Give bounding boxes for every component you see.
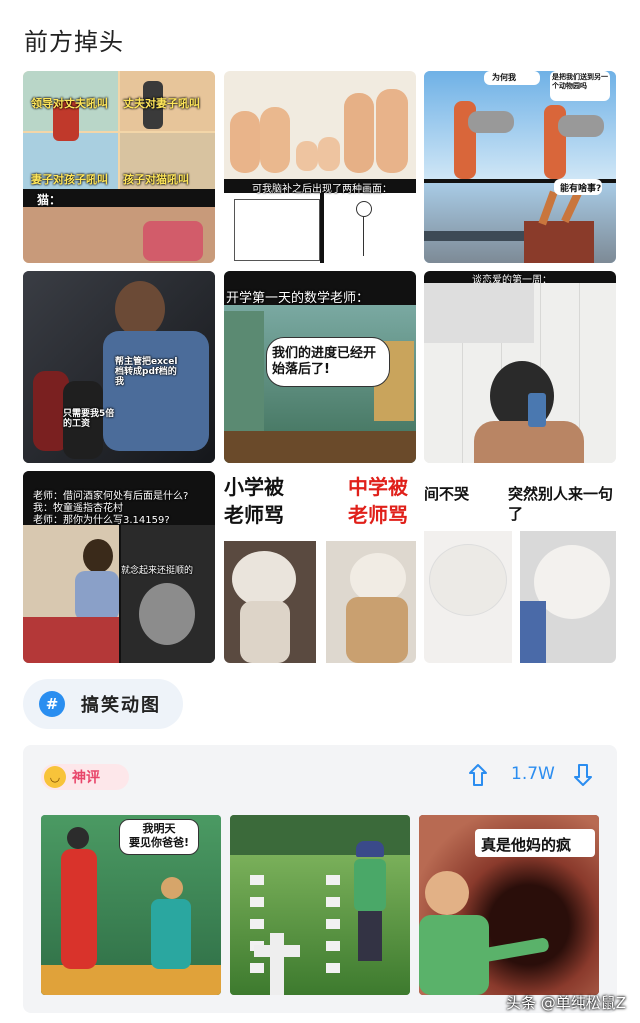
section-title: 前方掉头: [24, 28, 124, 56]
hot-comment-badge: ◡ 神评: [41, 764, 129, 790]
meme-caption: 是把我们送到另一个动物园吗: [552, 73, 608, 90]
meme-caption: 中学被: [348, 475, 408, 499]
arrow-up-icon[interactable]: [468, 763, 488, 792]
meme-caption: 孩子对猫吼叫: [123, 173, 189, 186]
meme-caption: 老师骂: [348, 503, 408, 527]
meme-caption: 小学被: [224, 475, 284, 499]
meme-tile[interactable]: 间不哭 突然别人来一句 了: [424, 471, 616, 663]
meme-tile[interactable]: 开学第一天的数学老师： 我们的进度已经开始落后了!: [224, 271, 416, 463]
meme-caption: 就念起来还挺顺的: [121, 566, 194, 576]
meme-caption: 能有啥事?: [560, 184, 602, 194]
meme-caption: 为何我: [492, 73, 516, 82]
meme-tile[interactable]: 为何我 是把我们送到另一个动物园吗 能有啥事?: [424, 71, 616, 263]
topic-tag[interactable]: # 搞笑动图: [23, 679, 183, 729]
meme-tile[interactable]: 领导对丈夫吼叫 丈夫对妻子吼叫 妻子对孩子吼叫 孩子对猫吼叫 猫：: [23, 71, 215, 263]
comment-image[interactable]: [230, 815, 410, 995]
watermark: 头条 @单纯松鼠Z: [505, 994, 626, 1012]
meme-tile[interactable]: 帮主管把excel档转成pdf档的我 只需要我5倍的工资: [23, 271, 215, 463]
meme-grid: 领导对丈夫吼叫 丈夫对妻子吼叫 妻子对孩子吼叫 孩子对猫吼叫 猫： 可我脑补之后…: [23, 71, 617, 663]
meme-caption: 领导对丈夫吼叫: [31, 97, 108, 110]
meme-caption: 只需要我5倍的工资: [63, 409, 115, 429]
comment-image[interactable]: 我明天 要见你爸爸!: [41, 815, 221, 995]
meme-caption: 猫：: [37, 193, 62, 207]
arrow-down-icon[interactable]: [573, 763, 593, 792]
comment-card: ◡ 神评 1.7W 我明天 要见你爸爸! 真是他妈的疯: [23, 745, 617, 1013]
smile-icon: ◡: [44, 766, 66, 788]
comment-image-caption: 真是他妈的疯: [481, 836, 572, 854]
hash-icon: #: [39, 691, 65, 717]
comment-images: 我明天 要见你爸爸! 真是他妈的疯: [41, 815, 599, 995]
meme-caption: 老师：那你为什么写3.14159?: [33, 515, 170, 526]
meme-caption: 我们的进度已经开始落后了!: [272, 346, 377, 377]
meme-tile[interactable]: 老师：借问酒家何处有后面是什么? 我：牧童遥指杏花村 老师：那你为什么写3.14…: [23, 471, 215, 663]
meme-caption: 突然别人来一句: [508, 485, 614, 503]
meme-caption: 妻子对孩子吼叫: [31, 173, 108, 186]
comment-image[interactable]: 真是他妈的疯: [419, 815, 599, 995]
meme-caption: 老师骂: [224, 503, 284, 527]
meme-caption: 丈夫对妻子吼叫: [123, 97, 200, 110]
vote-count: 1.7W: [511, 764, 555, 784]
meme-caption: 了: [508, 505, 524, 523]
meme-caption: 帮主管把excel档转成pdf档的我: [115, 357, 178, 387]
meme-tile[interactable]: 谈恋爱的第一周：: [424, 271, 616, 463]
meme-tile[interactable]: 可我脑补之后出现了两种画面：: [224, 71, 416, 263]
meme-tile[interactable]: 小学被 老师骂 中学被 老师骂: [224, 471, 416, 663]
topic-tag-label: 搞笑动图: [81, 695, 161, 716]
comment-image-caption: 我明天 要见你爸爸!: [128, 822, 190, 849]
meme-caption: 开学第一天的数学老师：: [226, 291, 370, 306]
badge-label: 神评: [72, 770, 100, 786]
meme-caption: 间不哭: [424, 485, 470, 503]
